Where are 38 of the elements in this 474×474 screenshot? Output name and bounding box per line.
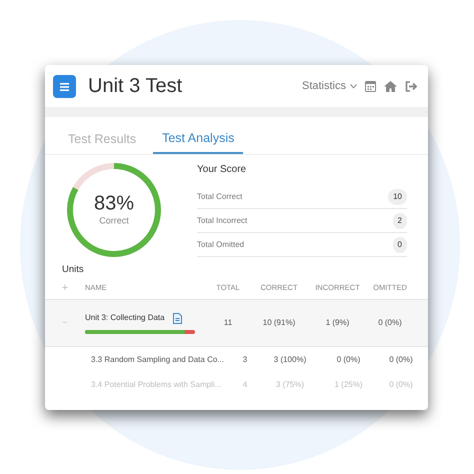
score-label: Total Correct <box>197 190 242 203</box>
table-cell-text: 0 (0%) <box>377 317 403 329</box>
table-cell-text: 0 (0%) <box>388 378 414 390</box>
section-title: Units <box>61 262 85 277</box>
statistics-dropdown[interactable]: Statistics <box>302 78 357 94</box>
score-label: Total Omitted <box>197 238 244 251</box>
table-cell-text: 10 (91%) <box>262 317 296 329</box>
lesson-name[interactable]: 3.3 Random Sampling and Data Co... <box>91 354 231 366</box>
count-badge: 0 <box>392 236 407 253</box>
page-title: Unit 3 Test <box>88 74 182 99</box>
tab[interactable]: Test Analysis <box>153 127 244 154</box>
unit-name: Unit 3: Collecting Data <box>85 312 165 324</box>
tab[interactable]: Test Results <box>59 127 146 154</box>
score-percent: 83% <box>94 192 134 214</box>
menu-icon <box>60 83 69 92</box>
score-title: Your Score <box>197 163 248 178</box>
table-cell-text: 4 <box>242 378 248 390</box>
menu-button[interactable] <box>53 74 76 98</box>
table-cell-text: 3 (100%) <box>272 354 308 366</box>
lesson-name[interactable]: 3.4 Potential Problems with Sampli... <box>91 378 231 390</box>
count-badge: 2 <box>392 212 407 229</box>
home-icon[interactable] <box>384 80 397 92</box>
table-cell-text: 3 (75%) <box>274 378 305 390</box>
count-badge: 10 <box>388 188 407 205</box>
table-cell-text: 0 (0%) <box>336 354 362 366</box>
score-label: Total Incorrect <box>197 214 248 227</box>
chevron-down-icon <box>350 84 357 88</box>
table-cell-text: 0 (0%) <box>388 354 414 366</box>
score-caption: Correct <box>98 214 130 227</box>
table-cell-text: 3 <box>242 354 248 366</box>
table-cell-text: 1 (25%) <box>333 378 364 390</box>
table-cell-text: 11 <box>222 317 234 329</box>
calendar-icon[interactable] <box>365 80 376 92</box>
logout-icon[interactable] <box>405 80 418 92</box>
expand-all-icon[interactable]: + <box>45 280 85 296</box>
document-icon[interactable] <box>172 312 182 324</box>
collapse-toggle[interactable]: − <box>62 318 68 327</box>
table-cell-text: 1 (9%) <box>324 317 350 329</box>
